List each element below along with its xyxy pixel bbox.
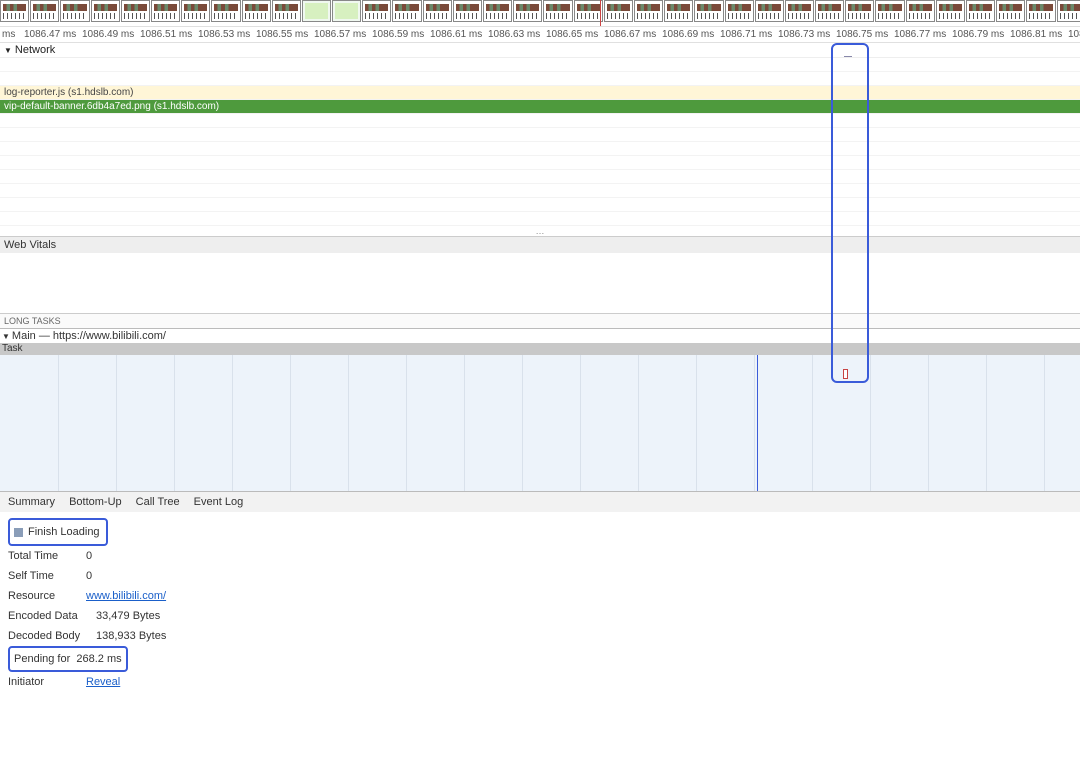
- long-tasks-panel[interactable]: LONG TASKS: [0, 313, 1080, 328]
- long-tasks-label: LONG TASKS: [0, 314, 1080, 328]
- chevron-down-icon: [4, 44, 15, 56]
- network-ellipsis: …: [0, 226, 1080, 236]
- ruler-tick: ms: [2, 29, 15, 40]
- self-time-label: Self Time: [8, 566, 86, 586]
- web-vitals-label: Web Vitals: [0, 237, 1080, 253]
- ruler-tick: 1086.53 ms: [198, 29, 250, 40]
- ruler-tick: 1086.49 ms: [82, 29, 134, 40]
- chevron-down-icon: [2, 330, 12, 342]
- ruler-tick: 1086.71 ms: [720, 29, 772, 40]
- initiator-label: Initiator: [8, 672, 86, 692]
- network-header[interactable]: Network: [0, 43, 1080, 57]
- resource-label: Resource: [8, 586, 86, 606]
- ruler-tick: 1086.81 ms: [1010, 29, 1062, 40]
- ruler-tick: 1086.75 ms: [836, 29, 888, 40]
- tab-call-tree[interactable]: Call Tree: [136, 496, 180, 508]
- flame-chart[interactable]: [0, 355, 1080, 491]
- ruler-tick: 1086.69 ms: [662, 29, 714, 40]
- ruler-tick: 1086.57 ms: [314, 29, 366, 40]
- total-time-label: Total Time: [8, 546, 86, 566]
- web-vitals-panel[interactable]: Web Vitals: [0, 236, 1080, 313]
- ruler-tick: 1086.73 ms: [778, 29, 830, 40]
- network-panel[interactable]: log-reporter.js (s1.hdslb.com) vip-defau…: [0, 57, 1080, 236]
- ruler-tick: 1086.61 ms: [430, 29, 482, 40]
- time-ruler[interactable]: ms 1086.47 ms 1086.49 ms 1086.51 ms 1086.53…: [0, 26, 1080, 43]
- ruler-tick: 1086.47 ms: [24, 29, 76, 40]
- initiator-reveal-link[interactable]: Reveal: [86, 672, 120, 692]
- main-header[interactable]: Main — https://www.bilibili.com/: [0, 329, 1080, 343]
- task-bar[interactable]: Task: [0, 343, 1080, 355]
- tab-summary[interactable]: Summary: [8, 496, 55, 508]
- network-title: Network: [15, 44, 55, 56]
- total-time-value: 0: [86, 546, 92, 566]
- main-title: Main — https://www.bilibili.com/: [12, 330, 166, 342]
- time-cursor[interactable]: [757, 355, 758, 491]
- pending-for-box: Pending for 268.2 ms: [8, 646, 128, 672]
- tabs: Summary Bottom-Up Call Tree Event Log: [0, 491, 1080, 512]
- summary-panel: Finish Loading Total Time0 Self Time0 Re…: [0, 512, 1080, 692]
- ruler-tick: 1086.67 ms: [604, 29, 656, 40]
- main-thread-panel[interactable]: Main — https://www.bilibili.com/ Task: [0, 328, 1080, 491]
- ruler-tick: 1086.79 ms: [952, 29, 1004, 40]
- encoded-data-value: 33,479 Bytes: [96, 606, 160, 626]
- ruler-tick: 1086.59 ms: [372, 29, 424, 40]
- ruler-tick: 1086.65 ms: [546, 29, 598, 40]
- ruler-tick: 1086.55 ms: [256, 29, 308, 40]
- decoded-body-value: 138,933 Bytes: [96, 626, 166, 646]
- ruler-tick: 1086.51 ms: [140, 29, 192, 40]
- finish-loading-badge[interactable]: Finish Loading: [8, 518, 108, 546]
- finish-loading-label: Finish Loading: [28, 522, 100, 542]
- pending-for-label: Pending for: [14, 649, 70, 669]
- tab-bottom-up[interactable]: Bottom-Up: [69, 496, 122, 508]
- self-time-value: 0: [86, 566, 92, 586]
- ruler-tick: 1086.77 ms: [894, 29, 946, 40]
- ruler-tick: 1086.63 ms: [488, 29, 540, 40]
- network-row-vip-banner[interactable]: vip-default-banner.6db4a7ed.png (s1.hdsl…: [0, 100, 1080, 114]
- marker-tick: [844, 56, 852, 60]
- network-row-log-reporter[interactable]: log-reporter.js (s1.hdslb.com): [0, 86, 1080, 100]
- flame-event-finish-loading[interactable]: [843, 369, 848, 379]
- pending-for-value: 268.2 ms: [76, 649, 121, 669]
- ruler-tick: 108: [1068, 29, 1080, 40]
- encoded-data-label: Encoded Data: [8, 606, 96, 626]
- decoded-body-label: Decoded Body: [8, 626, 96, 646]
- resource-link[interactable]: www.bilibili.com/: [86, 586, 166, 606]
- filmstrip[interactable]: [0, 0, 1080, 26]
- color-swatch: [14, 528, 23, 537]
- tab-event-log[interactable]: Event Log: [194, 496, 244, 508]
